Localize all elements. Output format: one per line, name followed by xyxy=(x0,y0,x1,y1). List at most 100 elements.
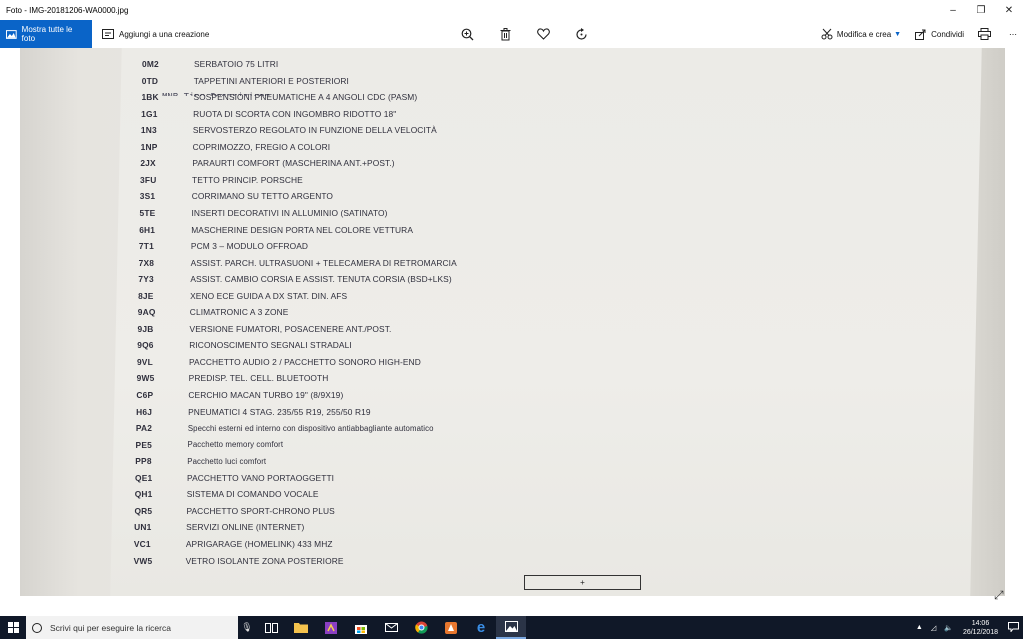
edge-icon[interactable]: e xyxy=(466,616,496,639)
option-code: 1BK xyxy=(141,92,159,103)
app-icon-purple[interactable] xyxy=(316,616,346,639)
show-all-photos-button[interactable]: Mostra tutte le foto xyxy=(0,20,92,48)
option-description: TAPPETINI ANTERIORI E POSTERIORI xyxy=(193,75,349,86)
option-description: PACCHETTO SPORT-CHRONO PLUS xyxy=(186,505,335,516)
option-row: 7X8 ASSIST. PARCH. ULTRASUONI + TELECAMER… xyxy=(139,256,699,270)
option-code: VC1 xyxy=(133,538,151,549)
edit-create-button[interactable]: Modifica e crea ▼ xyxy=(821,28,901,40)
option-code: 7Y3 xyxy=(138,274,154,285)
option-description: Pacchetto luci comfort xyxy=(187,456,267,466)
network-icon[interactable]: ◿ xyxy=(931,624,936,632)
option-description: PREDISP. TEL. CELL. BLUETOOTH xyxy=(188,373,329,384)
option-description: RICONOSCIMENTO SEGNALI STRADALI xyxy=(189,340,352,351)
close-button[interactable]: ✕ xyxy=(995,0,1023,20)
option-code: PA2 xyxy=(135,423,153,434)
mail-icon[interactable] xyxy=(376,616,406,639)
option-description: CERCHIO MACAN TURBO 19" (8/9X19) xyxy=(188,390,344,400)
option-code: 6H1 xyxy=(139,224,156,235)
option-description: APRIGARAGE (HOMELINK) 433 MHZ xyxy=(185,538,333,549)
option-description: Specchi esterni ed interno con dispositi… xyxy=(187,423,434,433)
option-row: VC1 APRIGARAGE (HOMELINK) 433 MHZ xyxy=(134,537,694,551)
option-code: 9Q6 xyxy=(137,340,154,351)
start-button[interactable] xyxy=(0,616,26,639)
option-code: 1NP xyxy=(140,141,158,152)
option-code: 2JX xyxy=(140,158,156,169)
option-row: 2JX PARAURTI COMFORT (MASCHERINA ANT.+POS… xyxy=(140,156,700,170)
option-row: 9AQ CLIMATRONIC A 3 ZONE xyxy=(138,305,698,319)
clock-date: 26/12/2018 xyxy=(962,628,998,636)
option-row: 1N3 SERVOSTERZO REGOLATO IN FUNZIONE DELL… xyxy=(141,123,701,137)
clock[interactable]: 14:06 26/12/2018 xyxy=(963,619,998,637)
minimize-button[interactable]: – xyxy=(939,0,967,20)
option-description: ASSIST. PARCH. ULTRASUONI + TELECAMERA D… xyxy=(190,257,457,268)
edit-create-label: Modifica e crea xyxy=(836,29,892,39)
option-description: TETTO PRINCIP. PORSCHE xyxy=(192,174,303,185)
right-tools: Modifica e crea ▼ Condividi ⋯ xyxy=(807,20,1017,48)
notifications-icon[interactable] xyxy=(1008,621,1019,634)
option-code: PP8 xyxy=(135,456,152,467)
option-description: SISTEMA DI COMANDO VOCALE xyxy=(186,489,319,500)
share-button[interactable]: Condividi xyxy=(915,29,964,40)
option-code: PE5 xyxy=(135,439,152,450)
more-options-button[interactable]: ⋯ xyxy=(1009,30,1017,39)
option-description: PARAURTI COMFORT (MASCHERINA ANT.+POST.) xyxy=(192,158,395,169)
option-description: SERVIZI ONLINE (INTERNET) xyxy=(186,522,305,533)
restore-button[interactable]: ❐ xyxy=(967,0,995,20)
print-button[interactable] xyxy=(978,28,995,40)
rotate-icon[interactable] xyxy=(562,20,600,48)
task-view-icon[interactable] xyxy=(256,616,286,639)
fullscreen-expand-icon[interactable]: ⤢ xyxy=(994,588,1004,603)
option-code: 1N3 xyxy=(140,125,157,136)
taskbar-search-box[interactable]: Scrivi qui per eseguire la ricerca xyxy=(26,616,238,639)
share-icon xyxy=(915,29,926,40)
option-description: ASSIST. CAMBIO CORSIA E ASSIST. TENUTA C… xyxy=(190,274,452,285)
favorite-heart-icon[interactable] xyxy=(524,20,562,48)
option-description: Pacchetto memory comfort xyxy=(187,440,284,450)
option-description: PACCHETTO VANO PORTAOGGETTI xyxy=(187,472,335,483)
clock-time: 14:06 xyxy=(971,619,990,627)
option-row: 7T1 PCM 3 – MODULO OFFROAD xyxy=(139,239,699,253)
store-icon[interactable] xyxy=(346,616,376,639)
center-tools xyxy=(448,20,600,48)
option-row: H6J PNEUMATICI 4 STAG. 235/55 R19, 255/50… xyxy=(136,405,696,419)
option-row: PP8 Pacchetto luci comfort xyxy=(135,454,695,468)
option-description: RUOTA DI SCORTA CON INGOMBRO RIDOTTO 18" xyxy=(193,108,397,119)
option-row: QH1 SISTEMA DI COMANDO VOCALE xyxy=(135,487,695,501)
option-code: 3FU xyxy=(140,174,157,185)
option-row: QE1 PACCHETTO VANO PORTAOGGETTI xyxy=(135,471,695,485)
edit-scissors-icon xyxy=(821,28,833,40)
option-code: 7T1 xyxy=(138,241,154,252)
option-row: 9W5 PREDISP. TEL. CELL. BLUETOOTH xyxy=(137,371,697,385)
title-bar: Foto - IMG-20181206-WA0000.jpg – ❐ ✕ xyxy=(0,0,1023,20)
option-description: VERSIONE FUMATORI, POSACENERE ANT./POST. xyxy=(189,323,392,334)
chevron-down-icon: ▼ xyxy=(894,30,902,38)
option-row: 1NP COPRIMOZZO, FREGIO A COLORI xyxy=(141,140,701,154)
zoom-icon[interactable] xyxy=(448,20,486,48)
option-row: 6H1 MASCHERINE DESIGN PORTA NEL COLORE VE… xyxy=(139,223,699,237)
option-description: INSERTI DECORATIVI IN ALLUMINIO (SATINAT… xyxy=(191,207,388,218)
option-code: 9AQ xyxy=(137,307,156,318)
photos-app-icon[interactable] xyxy=(496,616,526,639)
search-placeholder: Scrivi qui per eseguire la ricerca xyxy=(50,622,171,633)
option-row: 0M2 SERBATOIO 75 LITRI xyxy=(142,57,702,71)
option-row: 0TD TAPPETINI ANTERIORI E POSTERIORI xyxy=(142,74,702,88)
chrome-icon[interactable] xyxy=(406,616,436,639)
option-description: XENO ECE GUIDA A DX STAT. DIN. AFS xyxy=(190,290,348,301)
add-to-creation-button[interactable]: Aggiungi a una creazione xyxy=(102,29,209,39)
option-row: 3FU TETTO PRINCIP. PORSCHE xyxy=(140,173,700,187)
volume-icon[interactable]: 🔈 xyxy=(944,624,953,632)
option-description: PNEUMATICI 4 STAG. 235/55 R19, 255/50 R1… xyxy=(188,406,371,417)
system-tray: ▲ ◿ 🔈 14:06 26/12/2018 xyxy=(912,616,1023,639)
print-icon xyxy=(978,28,991,40)
app-toolbar: Mostra tutte le foto Aggiungi a una crea… xyxy=(0,20,1023,48)
delete-icon[interactable] xyxy=(486,20,524,48)
option-row: PA2 Specchi esterni ed interno con dispos… xyxy=(136,421,696,435)
file-explorer-icon[interactable] xyxy=(286,616,316,639)
option-code: H6J xyxy=(136,406,153,417)
tray-chevron-up-icon[interactable]: ▲ xyxy=(916,624,923,631)
microphone-icon[interactable]: 🎙 xyxy=(238,616,256,639)
game-app-icon[interactable] xyxy=(436,616,466,639)
option-description: MASCHERINE DESIGN PORTA NEL COLORE VETTU… xyxy=(191,224,414,235)
option-description: VETRO ISOLANTE ZONA POSTERIORE xyxy=(185,555,344,566)
option-description: SOSPENSIONI PNEUMATICHE A 4 ANGOLI CDC (… xyxy=(193,92,418,103)
